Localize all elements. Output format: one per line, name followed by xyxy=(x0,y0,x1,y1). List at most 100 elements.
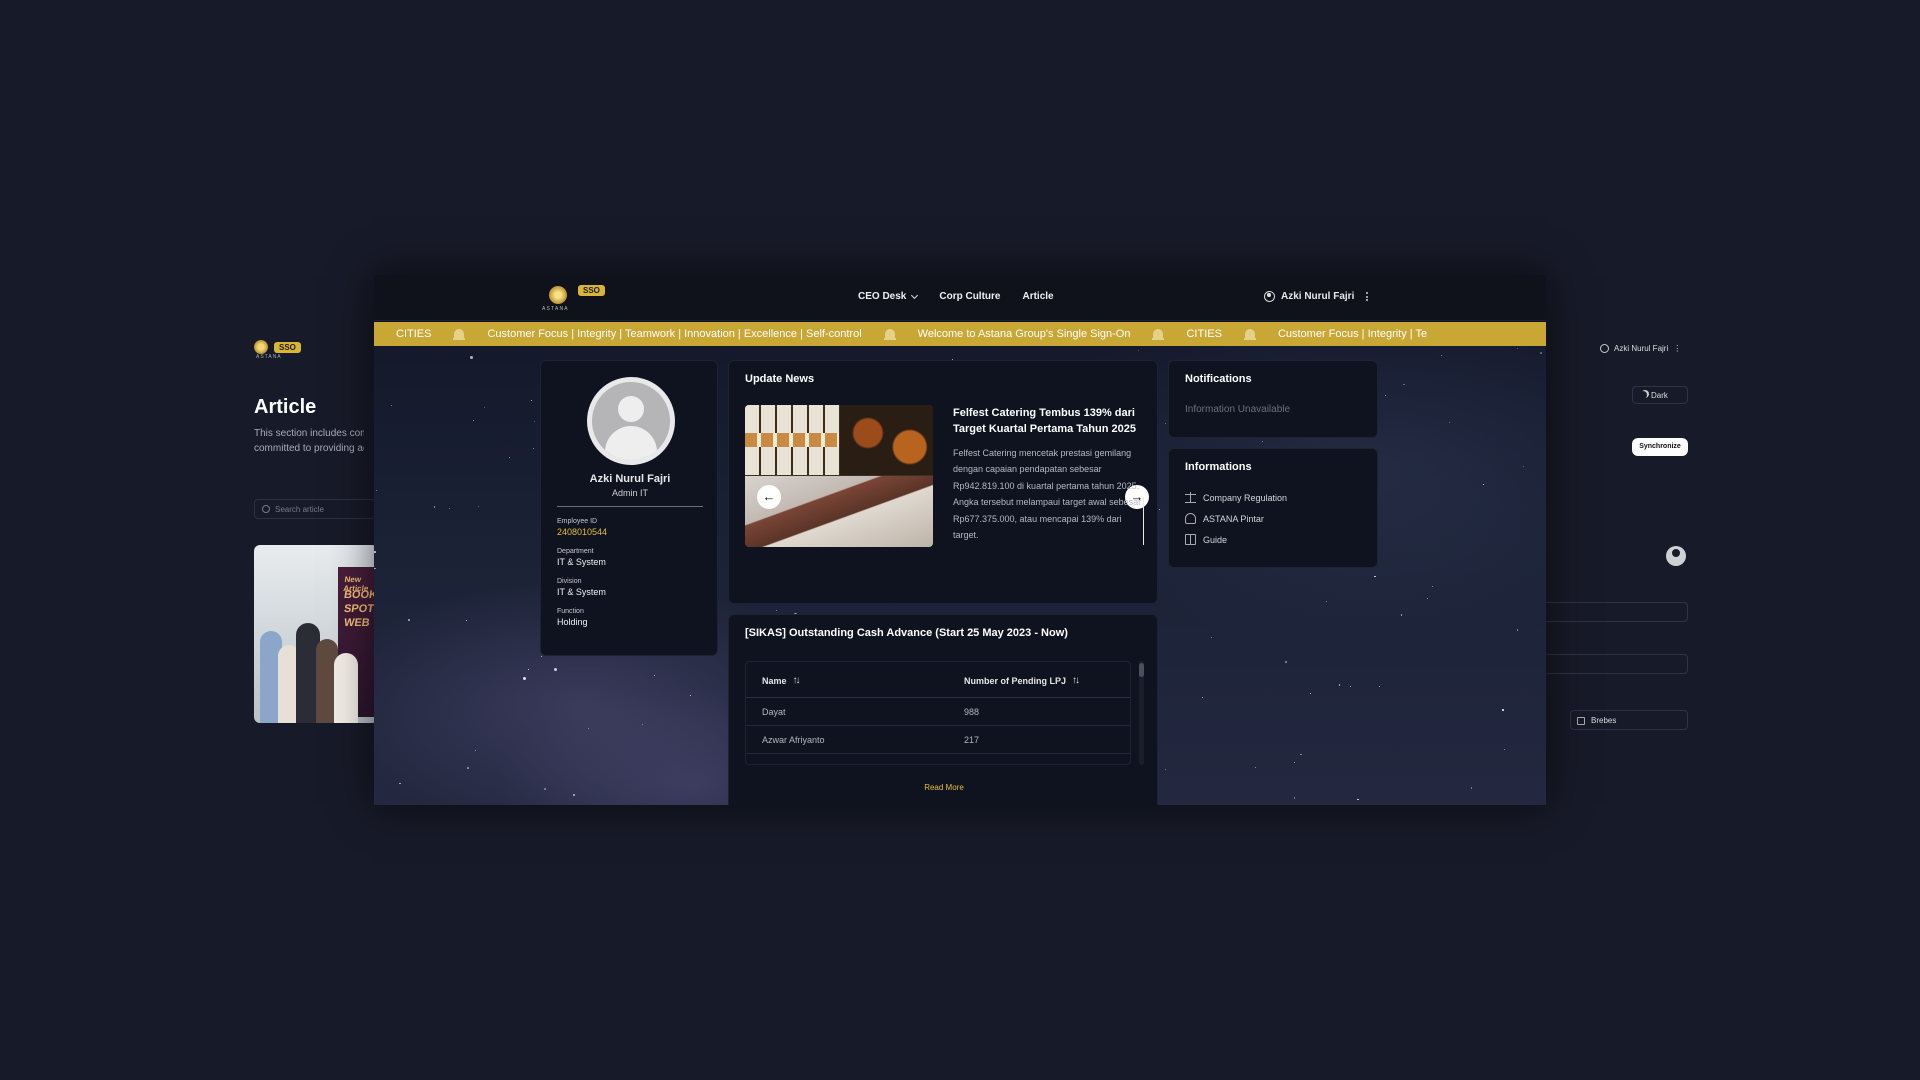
bg-user-menu[interactable]: Azki Nurul Fajri ⋮ xyxy=(1600,344,1681,353)
sikas-card: [SIKAS] Outstanding Cash Advance (Start … xyxy=(728,614,1158,805)
cell-pending: 217 xyxy=(964,735,980,745)
bg-description-line: committed to providing ac xyxy=(254,443,364,454)
star-dot xyxy=(1502,709,1504,711)
bg-page-title: Article xyxy=(254,396,317,418)
star-dot xyxy=(1293,762,1295,764)
user-menu[interactable]: Azki Nurul Fajri xyxy=(1264,291,1369,302)
star-dot xyxy=(1482,484,1484,486)
star-dot xyxy=(478,506,480,508)
bell-icon xyxy=(1152,328,1165,340)
employee-id-value: 2408010544 xyxy=(557,527,608,537)
bg-search-input[interactable]: Search article xyxy=(254,499,378,519)
profile-divider xyxy=(557,506,703,507)
star-dot xyxy=(533,420,535,422)
bg-location-field[interactable]: Brebes xyxy=(1570,710,1688,730)
star-dot xyxy=(469,355,473,359)
sort-icon[interactable]: ↑↓ xyxy=(793,675,801,686)
bg-people-group xyxy=(260,603,360,723)
department-label: Department xyxy=(557,548,594,555)
user-name: Azki Nurul Fajri xyxy=(1281,291,1355,302)
bg-article-thumbnail[interactable]: New Article BOOK SPOT WEB xyxy=(254,545,378,723)
ticker-text: Customer Focus | Integrity | Te xyxy=(1277,328,1428,340)
star-dot xyxy=(1325,601,1327,603)
bg-theme-select[interactable]: Dark xyxy=(1632,386,1688,404)
division-value: IT & System xyxy=(557,587,606,597)
notifications-card: Notifications Information Unavailable xyxy=(1168,360,1378,438)
bg-form-field[interactable] xyxy=(1540,654,1688,674)
main-nav: CEO Desk Corp Culture Article xyxy=(858,291,1054,302)
column-label: Name xyxy=(762,675,787,686)
employee-id-label: Employee ID xyxy=(557,518,598,525)
book-icon xyxy=(1185,534,1196,545)
table-row: Dayat 988 xyxy=(746,698,1130,726)
division-label: Division xyxy=(557,578,582,585)
logo-text: ASTANA xyxy=(542,306,569,312)
star-dot xyxy=(1516,629,1519,631)
star-dot xyxy=(399,782,401,785)
star-dot xyxy=(1522,466,1524,468)
nav-corp-culture[interactable]: Corp Culture xyxy=(939,291,1000,302)
news-image[interactable] xyxy=(745,405,933,547)
bg-form-field[interactable] xyxy=(1540,602,1688,622)
star-dot xyxy=(1356,798,1359,801)
star-dot xyxy=(467,767,469,770)
bg-description-line: This section includes comp xyxy=(254,428,364,439)
notifications-empty-text: Information Unavailable xyxy=(1185,404,1291,415)
sso-badge: SSO xyxy=(578,285,605,296)
sort-icon[interactable]: ↑↓ xyxy=(1072,675,1080,686)
info-label: Company Regulation xyxy=(1203,492,1288,503)
news-body: Felfest Catering mencetak prestasi gemil… xyxy=(953,448,1142,541)
star-dot xyxy=(1400,614,1403,616)
star-dot xyxy=(532,447,534,449)
star-dot xyxy=(1426,598,1428,600)
astana-logo[interactable]: ASTANA xyxy=(542,284,574,314)
profile-name: Azki Nurul Fajri xyxy=(589,473,671,485)
bg-logo: SSO xyxy=(254,340,301,354)
info-astana-pintar[interactable]: ASTANA Pintar xyxy=(1185,513,1264,524)
star-dot xyxy=(1293,797,1296,799)
read-more-link[interactable]: Read More xyxy=(729,783,1159,792)
table-row: Azwar Afriyanto 217 xyxy=(746,726,1130,754)
star-dot xyxy=(1285,661,1287,663)
column-header-pending[interactable]: Number of Pending LPJ ↑↓ xyxy=(964,675,1080,686)
kebab-menu-icon[interactable] xyxy=(1366,292,1369,301)
star-dot xyxy=(1300,753,1303,756)
star-dot xyxy=(642,723,644,725)
star-dot xyxy=(775,609,778,612)
table-scrollbar[interactable] xyxy=(1139,661,1144,765)
nav-article[interactable]: Article xyxy=(1022,291,1053,302)
chevron-down-icon xyxy=(911,291,919,299)
cell-name: Azwar Afriyanto xyxy=(762,735,825,745)
function-label: Function xyxy=(557,608,584,615)
star-dot xyxy=(1164,422,1167,425)
star-dot xyxy=(1470,787,1473,789)
calendar-icon xyxy=(1577,717,1585,725)
bell-icon xyxy=(883,328,896,340)
column-header-name[interactable]: Name ↑↓ xyxy=(762,675,801,686)
star-dot xyxy=(433,506,436,508)
column-label: Number of Pending LPJ xyxy=(964,675,1067,686)
info-guide[interactable]: Guide xyxy=(1185,534,1227,545)
update-news-title: Update News xyxy=(745,373,815,385)
star-dot xyxy=(1201,697,1203,699)
informations-card: Informations Company Regulation ASTANA P… xyxy=(1168,448,1378,568)
news-headline[interactable]: Felfest Catering Tembus 139% dari Target… xyxy=(953,405,1149,437)
star-dot xyxy=(483,406,485,408)
bg-synchronize-button[interactable]: Synchronize xyxy=(1632,438,1688,456)
app-window: ASTANA SSO CEO Desk Corp Culture Article… xyxy=(374,275,1546,805)
bg-sso-badge: SSO xyxy=(274,341,301,353)
star-dot xyxy=(1432,586,1434,588)
star-dot xyxy=(573,794,575,797)
star-dot xyxy=(1503,749,1505,751)
star-dot xyxy=(508,457,510,458)
function-value: Holding xyxy=(557,617,588,627)
user-icon xyxy=(1600,344,1609,353)
star-dot xyxy=(376,489,378,491)
info-company-regulation[interactable]: Company Regulation xyxy=(1185,492,1287,503)
ticker-text: Welcome to Astana Group's Single Sign-On xyxy=(917,328,1131,340)
moon-icon xyxy=(1639,391,1647,399)
nav-ceo-desk[interactable]: CEO Desk xyxy=(858,291,919,302)
star-dot xyxy=(544,788,546,791)
star-dot xyxy=(522,677,526,681)
carousel-prev-button[interactable]: ← xyxy=(757,485,781,509)
